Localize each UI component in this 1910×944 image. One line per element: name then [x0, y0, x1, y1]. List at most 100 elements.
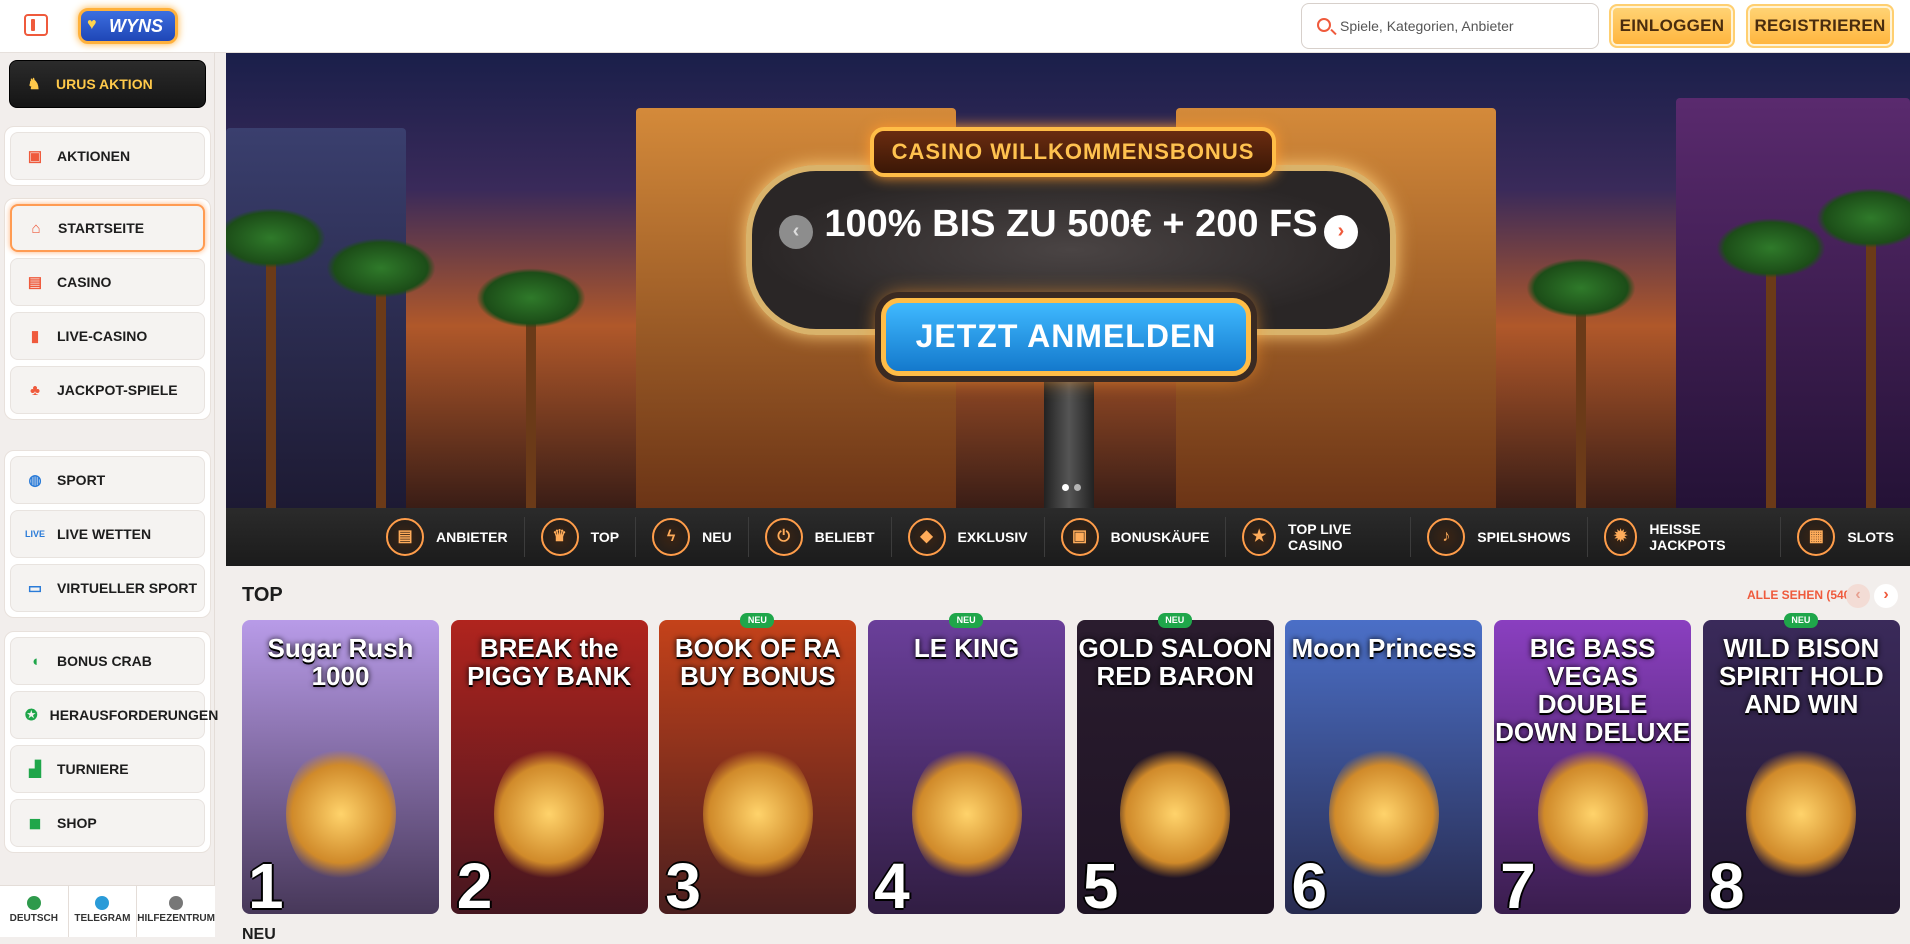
- cards-icon: ▮: [30, 328, 40, 345]
- sidebar-item-aktionen[interactable]: ▣ AKTIONEN: [10, 132, 205, 180]
- category-spielshows[interactable]: ♪ SPIELSHOWS: [1411, 517, 1588, 557]
- category-top[interactable]: ♛ TOP: [525, 517, 637, 557]
- sidebar-group-promotions: ▣ AKTIONEN: [4, 126, 211, 186]
- category-beliebt[interactable]: ⏻ BELIEBT: [749, 517, 892, 557]
- document-icon: ▤: [386, 518, 424, 556]
- help-icon: [169, 896, 184, 910]
- sidebar-item-virtueller-sport[interactable]: ▭ VIRTUELLER SPORT: [10, 564, 205, 612]
- sidebar-group-casino: ⌂ STARTSEITE ▤ CASINO ▮ LIVE-CASINO ♣ JACKPO…: [4, 198, 211, 420]
- language-button[interactable]: DEUTSCH: [0, 886, 69, 937]
- game-art: [911, 744, 1022, 884]
- category-top-live-casino[interactable]: ★ TOP LIVE CASINO: [1226, 517, 1412, 557]
- game-title: BREAK the PIGGY BANK: [467, 633, 632, 691]
- search-input[interactable]: [1340, 4, 1590, 48]
- claw-icon: ◖: [30, 652, 40, 670]
- gift-icon: ▣: [27, 148, 43, 165]
- live-icon: LIVE: [25, 529, 46, 539]
- sidebar-item-startseite[interactable]: ⌂ STARTSEITE: [10, 204, 205, 252]
- new-badge: NEU: [740, 613, 775, 628]
- hero-banner[interactable]: CASINO WILLKOMMENSBONUS 100% BIS ZU 500€…: [226, 53, 1910, 508]
- lightning-icon: ϟ: [652, 518, 691, 556]
- banner-headline: 100% BIS ZU 500€ + 200 FS: [824, 203, 1318, 245]
- flame-icon: ✹: [1603, 518, 1638, 556]
- help-center-button[interactable]: HILFEZENTRUM: [137, 886, 215, 937]
- site-logo[interactable]: ♥ WYNS: [78, 8, 178, 44]
- game-card[interactable]: GOLD SALOON RED BARON 5: [1076, 620, 1274, 914]
- banner-next-arrow-icon[interactable]: ›: [1324, 215, 1358, 249]
- sidebar-item-sport[interactable]: ◍ SPORT: [10, 456, 205, 504]
- sidebar-item-herausforderungen[interactable]: ✪ HERAUSFORDERUNGEN: [10, 691, 218, 739]
- ball-icon: ◍: [28, 472, 42, 489]
- see-all-link[interactable]: ALLE SEHEN (540): [1747, 588, 1854, 602]
- register-button[interactable]: REGISTRIEREN: [1746, 4, 1894, 48]
- new-badge: NEU: [1157, 613, 1192, 628]
- game-card[interactable]: BIG BASS VEGAS DOUBLE DOWN DELUXE 7: [1494, 620, 1692, 914]
- sidebar-item-turniere[interactable]: ▟ TURNIERE: [10, 745, 205, 793]
- search-icon: [1317, 18, 1331, 32]
- category-anbieter[interactable]: ▤ ANBIETER: [370, 517, 525, 557]
- game-rank: 7: [1500, 850, 1536, 914]
- search-box[interactable]: [1301, 3, 1599, 49]
- game-card[interactable]: LE KING 4: [868, 620, 1066, 914]
- game-title: BOOK OF RA BUY BONUS: [674, 633, 841, 691]
- game-art: [1120, 744, 1231, 884]
- sidebar-item-jackpot-spiele[interactable]: ♣ JACKPOT-SPIELE: [10, 366, 205, 414]
- game-card[interactable]: Moon Princess 6: [1285, 620, 1483, 914]
- slide-dot[interactable]: [1062, 484, 1069, 491]
- category-neu[interactable]: ϟ NEU: [636, 517, 749, 557]
- sidebar-item-live-casino[interactable]: ▮ LIVE-CASINO: [10, 312, 205, 360]
- telegram-button[interactable]: TELEGRAM: [69, 886, 138, 937]
- sidebar-toggle-icon[interactable]: [24, 14, 48, 36]
- sidebar-footer: DEUTSCH TELEGRAM HILFEZENTRUM: [0, 885, 215, 937]
- sidebar-item-casino[interactable]: ▤ CASINO: [10, 258, 205, 306]
- game-art: [1328, 744, 1439, 884]
- sidebar-item-shop[interactable]: ◼ SHOP: [10, 799, 205, 847]
- palm-tree: [1716, 218, 1826, 508]
- game-title: Sugar Rush 1000: [267, 633, 414, 691]
- game-card[interactable]: BOOK OF RA BUY BONUS 3: [659, 620, 857, 914]
- category-bonuskaeufe[interactable]: ▣ BONUSKÄUFE: [1045, 517, 1227, 557]
- slide-dot[interactable]: [1074, 484, 1081, 491]
- home-icon: ⌂: [31, 219, 41, 237]
- carousel-prev-icon[interactable]: ‹: [1846, 584, 1870, 608]
- category-heisse-jackpots[interactable]: ✹ HEISSE JACKPOTS: [1588, 517, 1782, 557]
- palm-tree: [1816, 188, 1910, 508]
- bag-icon: ◼: [28, 815, 42, 832]
- slot-machine-icon: ▤: [27, 274, 43, 291]
- microphone-icon: ♪: [1427, 518, 1466, 556]
- section-title-top: TOP: [242, 584, 283, 606]
- game-art: [702, 744, 813, 884]
- game-rank: 5: [1082, 850, 1119, 914]
- game-card[interactable]: BREAK the PIGGY BANK 2: [450, 620, 648, 914]
- bull-icon: ♞: [27, 76, 41, 93]
- game-rank: 8: [1708, 850, 1745, 914]
- game-card[interactable]: Sugar Rush 1000 1: [242, 620, 439, 914]
- welcome-bonus-sign: CASINO WILLKOMMENSBONUS: [870, 127, 1276, 177]
- game-art: [1746, 744, 1857, 884]
- crown-icon: ♛: [540, 518, 579, 556]
- sidebar-item-bonus-crab[interactable]: ◖ BONUS CRAB: [10, 637, 205, 685]
- category-exklusiv[interactable]: ◆ EXKLUSIV: [892, 517, 1045, 557]
- game-rank: 1: [248, 850, 284, 914]
- section-title-neu: NEU: [242, 926, 276, 943]
- game-art: [285, 744, 396, 884]
- sidebar-item-urus-aktion[interactable]: ♞ URUS AKTION: [9, 60, 206, 108]
- sidebar-group-sport: ◍ SPORT LIVE LIVE WETTEN ▭ VIRTUELLER SPORT: [4, 450, 211, 618]
- power-icon: ⏻: [764, 518, 803, 556]
- game-art: [1537, 744, 1648, 884]
- medal-icon: ✪: [25, 707, 38, 724]
- star-icon: ★: [1242, 518, 1277, 556]
- globe-icon: [26, 896, 41, 910]
- game-card[interactable]: WILD BISON SPIRIT HOLD AND WIN 8: [1702, 620, 1900, 914]
- game-rank: 2: [456, 850, 493, 914]
- gift-icon: ▣: [1060, 518, 1099, 556]
- carousel-next-icon[interactable]: ›: [1874, 584, 1898, 608]
- sidebar-item-live-wetten[interactable]: LIVE LIVE WETTEN: [10, 510, 205, 558]
- banner-prev-arrow-icon[interactable]: ‹: [779, 215, 813, 249]
- sidebar-group-extras: ◖ BONUS CRAB ✪ HERAUSFORDERUNGEN ▟ TURNIERE…: [4, 631, 218, 853]
- login-button[interactable]: EINLOGGEN: [1609, 4, 1735, 48]
- category-slots[interactable]: ▦ SLOTS: [1781, 517, 1910, 557]
- game-title: BIG BASS VEGAS DOUBLE DOWN DELUXE: [1495, 633, 1691, 747]
- game-rank: 6: [1291, 850, 1328, 914]
- signup-cta-button[interactable]: JETZT ANMELDEN: [881, 298, 1251, 376]
